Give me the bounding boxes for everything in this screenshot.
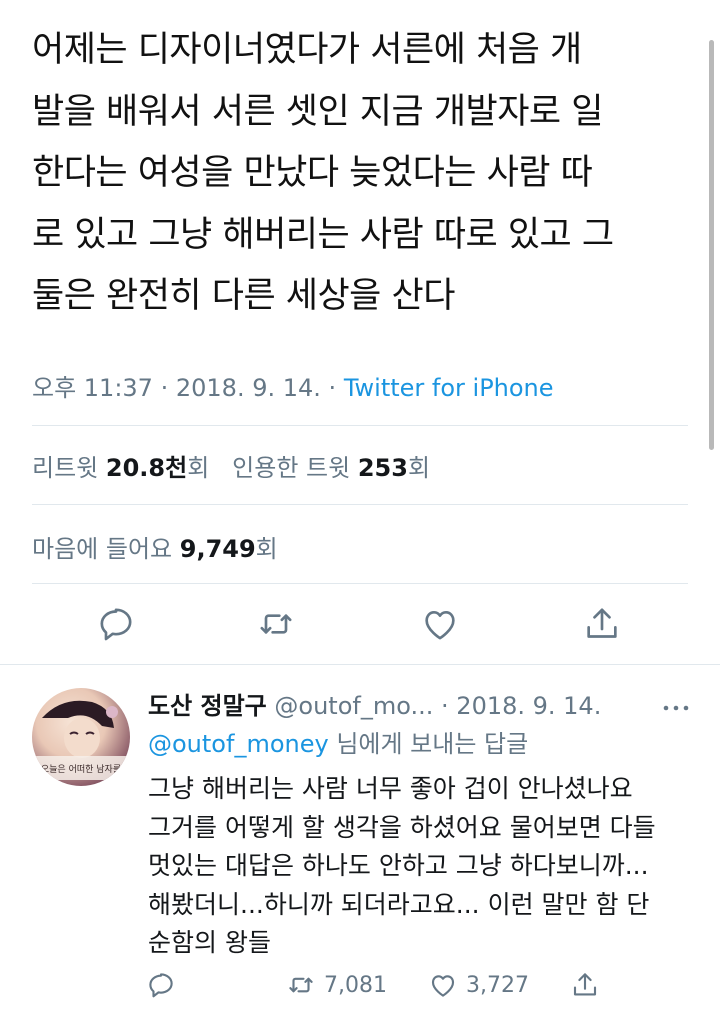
tweet-text-line: 둘은 완전히 다른 세상을 산다: [32, 276, 455, 316]
avatar[interactable]: 오늘은 어떠한 남자를: [32, 688, 130, 786]
tweet-text-line: 한다는 여성을 만났다 늦었다는 사람 따: [32, 153, 593, 193]
reply-like-button[interactable]: 3,727: [428, 968, 529, 1002]
tweet-text-line: 어제는 디자이너였다가 서른에 처음 개: [32, 30, 582, 70]
reply-icon: [149, 973, 173, 998]
retweet-stat[interactable]: 리트윗 20.8천회: [32, 454, 209, 482]
replying-to-mention[interactable]: @outof_money: [148, 730, 329, 758]
reply-separator: ·: [441, 692, 449, 720]
tweet-text-line: 발을 배워서 서른 셋인 지금 개발자로 일: [32, 91, 603, 132]
tweet-time[interactable]: 오후 11:37: [32, 374, 153, 402]
meta-separator: ·: [160, 374, 169, 402]
divider: [0, 664, 720, 665]
tweet-date[interactable]: 2018. 9. 14.: [176, 374, 321, 402]
retweet-unit: 회: [187, 454, 210, 482]
reply-like-count: 3,727: [466, 972, 529, 998]
tweet-action-bar: [0, 604, 720, 648]
reply-text-line: 순함의 왕들: [148, 928, 271, 957]
reply-text-line: 해봤더니...하니까 되더라고요... 이런 말만 함 단: [148, 889, 650, 919]
reply-text-line: 그냥 해버리는 사람 너무 좋아 겁이 안나셨나요: [148, 774, 633, 803]
divider: [32, 504, 688, 505]
retweet-icon: [289, 977, 313, 993]
reply-text: 그냥 해버리는 사람 너무 좋아 겁이 안나셨나요 그거를 어떻게 할 생각을 …: [148, 770, 708, 963]
more-options-icon[interactable]: [662, 698, 690, 722]
reply-text-line: 그거를 어떻게 할 생각을 하셨어요 물어보면 다들: [148, 812, 656, 842]
reply-author-name[interactable]: 도산 정말구: [148, 692, 267, 720]
reply-retweet-count: 7,081: [324, 972, 387, 998]
replying-to-label: 님에게 보내는 답글: [328, 730, 529, 758]
quote-unit: 회: [407, 454, 431, 482]
reply-action-bar: 7,081 3,727: [0, 968, 720, 1004]
retweet-count: 20.8천: [105, 454, 188, 482]
meta-separator: ·: [328, 374, 337, 402]
quote-stat[interactable]: 인용한 트윗 253회: [232, 454, 430, 482]
quote-label: 인용한 트윗: [232, 454, 351, 482]
reply-share-button[interactable]: [570, 968, 600, 1002]
avatar-caption: 오늘은 어떠한 남자를: [41, 764, 121, 775]
divider: [32, 425, 688, 426]
like-unit: 회: [255, 535, 278, 563]
reply-reply-button[interactable]: [146, 968, 176, 1002]
like-icon[interactable]: [420, 604, 460, 644]
replying-to: @outof_money 님에게 보내는 답글: [148, 724, 528, 759]
divider: [32, 583, 688, 584]
tweet-text-line: 로 있고 그냥 해버리는 사람 따로 있고 그: [32, 214, 614, 255]
retweet-stats: 리트윗 20.8천회 인용한 트윗 253회: [32, 448, 430, 483]
retweet-icon[interactable]: [256, 604, 296, 644]
quote-count: 253: [357, 454, 408, 482]
scrollbar[interactable]: [709, 40, 714, 450]
reply-retweet-button[interactable]: 7,081: [286, 968, 387, 1002]
tweet-text: 어제는 디자이너였다가 서른에 처음 개 발을 배워서 서른 셋인 지금 개발자…: [32, 20, 692, 328]
tweet-source-link[interactable]: Twitter for iPhone: [344, 374, 554, 402]
reply-date[interactable]: 2018. 9. 14.: [456, 692, 601, 720]
retweet-label: 리트윗: [32, 454, 99, 482]
reply-text-line: 멋있는 대답은 하나도 안하고 그냥 하다보니까...: [148, 851, 649, 880]
like-label: 마음에 들어요: [32, 535, 173, 563]
reply-icon[interactable]: [96, 604, 136, 644]
tweet-meta: 오후 11:37 · 2018. 9. 14. · Twitter for iP…: [32, 368, 554, 403]
like-icon: [431, 975, 455, 997]
reply-author-handle[interactable]: @outof_mo...: [274, 692, 433, 720]
share-icon[interactable]: [582, 604, 622, 644]
share-icon: [573, 973, 597, 996]
reply-header: 도산 정말구 @outof_mo... · 2018. 9. 14.: [148, 686, 601, 721]
like-stats[interactable]: 마음에 들어요 9,749회: [32, 529, 278, 564]
like-count: 9,749: [179, 535, 256, 563]
